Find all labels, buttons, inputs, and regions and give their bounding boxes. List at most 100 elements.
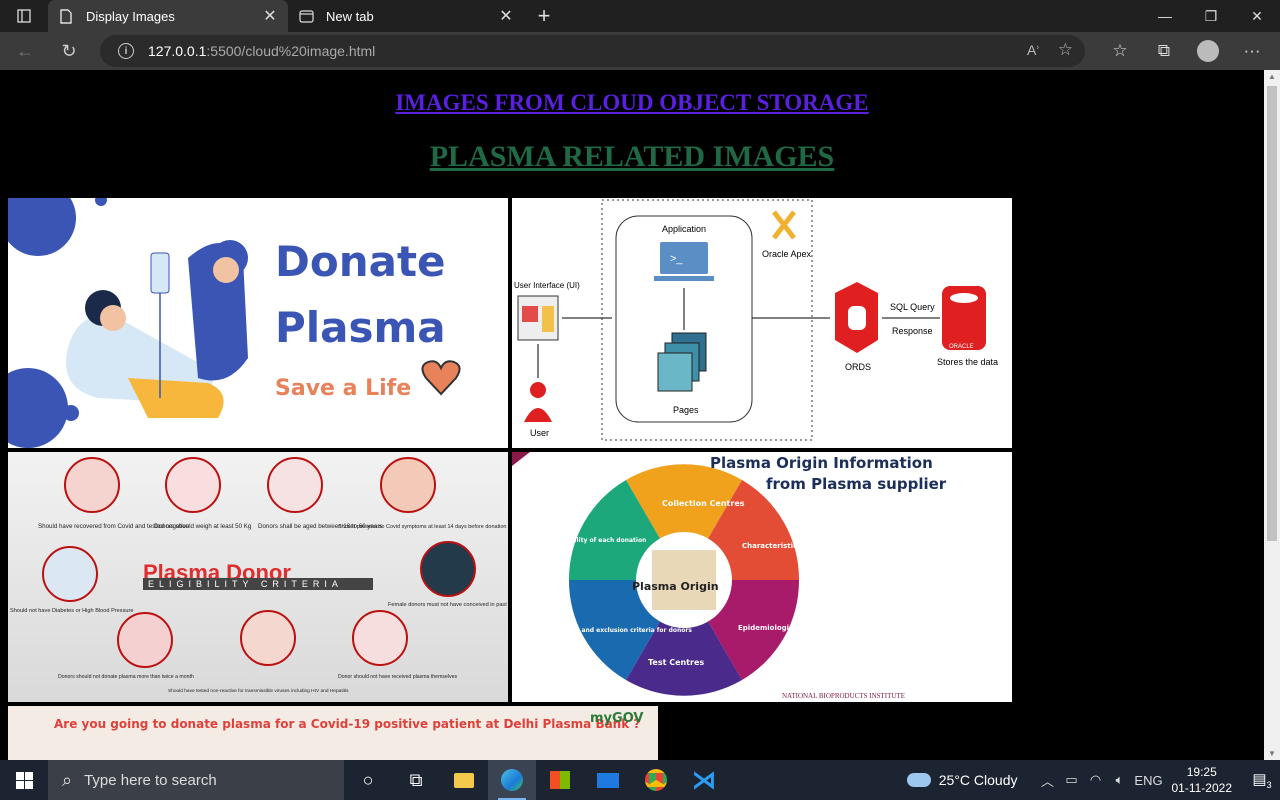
- windows-start-icon[interactable]: [0, 760, 48, 800]
- user-label: User: [530, 428, 549, 438]
- donate-plasma-image: Donate Plasma Save a Life: [8, 198, 508, 448]
- favorites-icon[interactable]: ☆: [1098, 35, 1142, 67]
- application-label: Application: [662, 224, 706, 234]
- origin-title-1: Plasma Origin Information: [710, 454, 933, 472]
- navigation-bar: ← ↻ i 127.0.0.1:5500/cloud%20image.html …: [0, 32, 1280, 70]
- toolbar-right: ☆ ⧉ ···: [1098, 35, 1274, 67]
- origin-title-2: from Plasma supplier: [766, 475, 947, 493]
- tab-actions-icon[interactable]: [0, 0, 48, 32]
- refresh-button[interactable]: ↻: [50, 35, 88, 67]
- segment-traceability: Traceability of each donation: [548, 537, 646, 544]
- profile-avatar[interactable]: [1197, 40, 1219, 62]
- criteria-6: Female donors must not have conceived in…: [388, 602, 507, 608]
- close-tab-icon[interactable]: ✕: [498, 8, 514, 25]
- tab-display-images[interactable]: Display Images ✕: [48, 0, 288, 32]
- cortana-icon[interactable]: ○: [344, 760, 392, 800]
- chrome-icon[interactable]: [632, 760, 680, 800]
- heart-icon: [421, 360, 461, 396]
- response-label: Response: [892, 326, 933, 336]
- page-content: IMAGES FROM CLOUD OBJECT STORAGE PLASMA …: [0, 70, 1264, 760]
- ords-label: ORDS: [845, 362, 871, 372]
- close-window-icon[interactable]: ✕: [1234, 0, 1280, 32]
- edge-icon[interactable]: [488, 760, 536, 800]
- segment-characteristics: Characteristics of donations: [742, 542, 853, 550]
- page-icon: [58, 8, 74, 24]
- segment-selection: Selection and exclusion criteria for don…: [548, 627, 692, 634]
- scroll-up-icon[interactable]: ▲: [1268, 72, 1276, 81]
- language-indicator[interactable]: ENG: [1132, 773, 1166, 788]
- plasma-text: Plasma: [275, 303, 446, 352]
- clock[interactable]: 19:25 01-11-2022: [1172, 764, 1233, 796]
- restore-icon[interactable]: ❐: [1188, 0, 1234, 32]
- plasma-origin-image: Plasma Origin Information from Plasma su…: [512, 452, 1012, 702]
- scrollbar-thumb[interactable]: [1267, 86, 1277, 541]
- weather-text: 25°C Cloudy: [938, 772, 1018, 788]
- vscode-icon[interactable]: ⋊: [680, 760, 728, 800]
- segment-test-centres: Test Centres: [648, 658, 704, 667]
- oracle-apex-label: Oracle Apex: [762, 249, 812, 259]
- page-scrollbar[interactable]: ▲ ▼: [1264, 70, 1280, 760]
- search-icon: ⌕: [62, 769, 73, 790]
- tab-title: Display Images: [86, 8, 175, 24]
- segment-epidemiological: Epidemiological Data: [738, 624, 822, 632]
- tab-strip: Display Images ✕ New tab ✕ + — ❐ ✕: [0, 0, 1280, 32]
- criteria-2: Donors should weigh at least 50 Kg: [154, 523, 252, 530]
- page-subheading: PLASMA RELATED IMAGES: [429, 140, 835, 173]
- criteria-4: Should possess no Covid symptoms at leas…: [338, 524, 506, 530]
- donate-text: Donate: [275, 237, 446, 286]
- minimize-icon[interactable]: —: [1142, 0, 1188, 32]
- notification-count: 3: [1266, 780, 1272, 790]
- sql-query-label: SQL Query: [890, 302, 935, 312]
- window-controls: — ❐ ✕: [1142, 0, 1280, 32]
- add-favorite-icon[interactable]: ☆: [1058, 40, 1073, 60]
- save-life-text: Save a Life: [275, 376, 411, 401]
- back-button[interactable]: ←: [6, 35, 44, 67]
- settings-more-icon[interactable]: ···: [1230, 35, 1274, 67]
- notification-icon[interactable]: ▤3: [1244, 770, 1280, 790]
- segment-collection: Collection Centres: [662, 499, 745, 508]
- criteria-7: Donors should not donate plasma more tha…: [58, 674, 194, 680]
- eligibility-criteria-image: Should have recovered from Covid and tes…: [8, 452, 508, 702]
- architecture-diagram-image: Application >_ Pages User Interface (UI)…: [512, 198, 1012, 448]
- stores-data-label: Stores the data: [937, 357, 998, 367]
- windows-taskbar: ⌕ Type here to search ○ ⧉ ⋊ 25°C Cloudy …: [0, 760, 1280, 800]
- mygov-logo: myGOV: [590, 711, 643, 726]
- criteria-9: Donor should not have received plasma th…: [338, 674, 457, 680]
- meet-now-icon[interactable]: ▭: [1060, 772, 1084, 788]
- page-heading: IMAGES FROM CLOUD OBJECT STORAGE: [395, 90, 869, 115]
- taskbar-search-input[interactable]: ⌕ Type here to search: [48, 760, 344, 800]
- tab-title: New tab: [326, 8, 374, 24]
- user-interface-label: User Interface (UI): [514, 281, 580, 290]
- tab-new-tab[interactable]: New tab ✕: [288, 0, 524, 32]
- wifi-icon[interactable]: ◠: [1084, 772, 1108, 788]
- mail-icon[interactable]: [584, 760, 632, 800]
- address-bar[interactable]: i 127.0.0.1:5500/cloud%20image.html A› ☆: [100, 35, 1085, 67]
- banner-text: Are you going to donate plasma for a Cov…: [54, 717, 640, 731]
- read-aloud-icon[interactable]: A›: [1027, 42, 1039, 58]
- nbi-footer: NATIONAL BIOPRODUCTS INSTITUTE: [782, 692, 905, 700]
- site-info-icon[interactable]: i: [118, 43, 134, 59]
- pages-label: Pages: [673, 405, 699, 415]
- criteria-8: Should have tested non-reactive for tran…: [168, 688, 349, 694]
- eligibility-subtitle: ELIGIBILITY CRITERIA: [148, 579, 343, 589]
- clock-time: 19:25: [1186, 765, 1217, 779]
- file-explorer-icon[interactable]: [440, 760, 488, 800]
- chevron-up-icon[interactable]: ︿: [1036, 771, 1060, 790]
- speaker-icon[interactable]: 🔈︎: [1108, 772, 1132, 788]
- new-tab-button[interactable]: +: [524, 0, 564, 32]
- task-view-icon[interactable]: ⧉: [392, 760, 440, 800]
- search-placeholder: Type here to search: [84, 771, 217, 789]
- store-icon[interactable]: [536, 760, 584, 800]
- svg-text:>_: >_: [670, 253, 683, 265]
- oracle-logo-text: ORACLE: [949, 344, 974, 350]
- cloud-icon: [906, 773, 931, 787]
- new-tab-page-icon: [298, 8, 314, 24]
- weather-widget[interactable]: 25°C Cloudy: [906, 772, 1018, 788]
- url-text: 127.0.0.1:5500/cloud%20image.html: [148, 43, 376, 59]
- close-tab-icon[interactable]: ✕: [262, 8, 278, 25]
- scroll-down-icon[interactable]: ▼: [1268, 749, 1276, 758]
- plasma-origin-center: Plasma Origin: [632, 580, 719, 593]
- system-tray: 25°C Cloudy ︿ ▭ ◠ 🔈︎ ENG 19:25 01-11-202…: [906, 760, 1280, 800]
- collections-icon[interactable]: ⧉: [1142, 35, 1186, 67]
- clock-date: 01-11-2022: [1171, 781, 1233, 795]
